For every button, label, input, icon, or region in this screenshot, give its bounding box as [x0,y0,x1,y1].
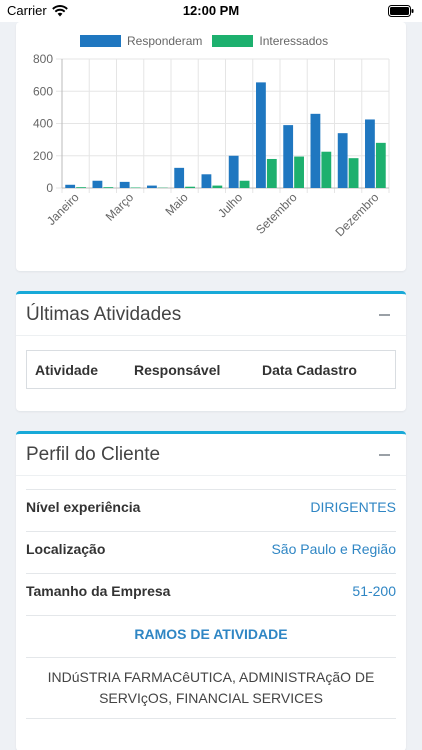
profile-row-tamanho: Tamanho da Empresa 51-200 [26,583,396,599]
profile-title: Perfil do Cliente [26,443,161,465]
client-profile-card: Perfil do Cliente Nível experiência DIRI… [16,431,406,750]
bar-responderam [337,133,348,188]
minimize-icon[interactable] [379,313,390,316]
x-tick-label: Maio [162,190,191,219]
profile-label: Localização [26,541,106,557]
activities-table: Atividade Responsável Data Cadastro [26,350,396,389]
bar-responderam [174,167,185,188]
profile-value: 51-200 [352,583,396,599]
column-header-atividade: Atividade [35,361,99,378]
y-tick-label: 0 [46,181,53,195]
divider [26,531,396,532]
profile-label: Tamanho da Empresa [26,583,171,599]
y-tick-label: 400 [33,117,53,131]
column-header-data-cadastro: Data Cadastro [262,361,357,378]
x-tick-label: Julho [215,190,245,220]
chart-card: Responderam Interessados 0 200 400 600 800 Ja… [16,22,406,271]
status-bar: Carrier 12:00 PM [0,0,422,22]
bar-interessados [212,185,223,188]
profile-row-experiencia: Nível experiência DIRIGENTES [26,499,396,515]
divider [26,718,396,719]
activities-card: Últimas Atividades Atividade Responsável… [16,291,406,411]
bar-responderam [119,181,130,188]
bar-responderam [147,185,157,188]
status-time: 12:00 PM [182,3,240,18]
battery-icon [388,5,414,17]
column-header-responsavel: Responsável [134,361,221,378]
ramos-title: RAMOS DE ATIVIDADE [134,626,288,642]
bar-responderam [365,119,375,188]
bar-interessados [348,158,359,188]
minimize-icon[interactable] [379,453,390,456]
y-tick-label: 200 [33,149,53,163]
profile-header: Perfil do Cliente [16,434,406,476]
profile-label: Nível experiência [26,499,141,515]
profile-value: DIRIGENTES [310,499,396,515]
bar-responderam [310,113,321,188]
bar-responderam [228,155,239,188]
x-tick-label: Setembro [253,190,300,237]
bar-responderam [201,174,212,188]
bar-chart: 0 200 400 600 800 Janeiro Março Maio Julho Setemb… [33,52,390,239]
bar-interessados [266,158,277,188]
bar-interessados [375,142,386,188]
y-tick-label: 600 [33,84,53,98]
profile-value: São Paulo e Região [271,541,396,557]
bar-responderam [283,125,294,188]
divider [26,657,396,658]
activities-title: Últimas Atividades [26,303,182,325]
activities-header: Últimas Atividades [16,294,406,336]
bar-responderam [256,82,266,188]
x-tick-label: Janeiro [44,190,82,228]
divider [26,615,396,616]
bar-interessados [185,186,195,188]
bar-interessados [294,156,304,188]
bar-interessados [76,187,86,188]
bar-interessados [103,187,114,188]
ramos-text: INDúSTRIA FARMACêUTICA, ADMINISTRAçãO DE… [47,669,375,706]
y-tick-label: 800 [33,52,53,66]
profile-row-localizacao: Localização São Paulo e Região [26,541,396,557]
divider [26,489,396,490]
x-tick-label: Março [103,190,137,224]
bar-interessados [239,180,250,188]
bar-responderam [92,180,103,188]
x-tick-label: Dezembro [332,190,381,239]
bar-interessados [321,151,332,188]
divider [26,573,396,574]
bar-responderam [65,184,76,188]
